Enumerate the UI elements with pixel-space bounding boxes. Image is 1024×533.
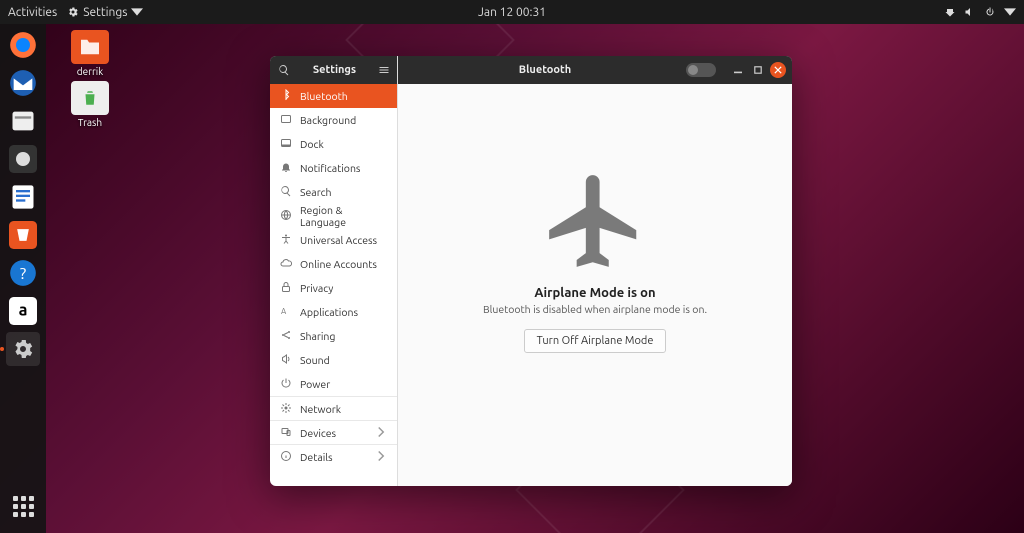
sidebar-item-network[interactable]: Network (270, 396, 397, 420)
sidebar-item-label: Notifications (300, 162, 361, 174)
sidebar-header: Settings (270, 56, 397, 84)
desktop-icons: derrik Trash (55, 30, 125, 128)
sidebar-item-details[interactable]: Details (270, 444, 397, 468)
svg-text:?: ? (20, 265, 26, 283)
dock-thunderbird[interactable] (6, 66, 40, 100)
sidebar-search-button[interactable] (270, 64, 298, 76)
power-icon[interactable] (984, 6, 996, 18)
dock-help[interactable]: ? (6, 256, 40, 290)
main-header: Bluetooth (398, 56, 792, 84)
dock-amazon[interactable]: a (6, 294, 40, 328)
activities-button[interactable]: Activities (8, 6, 57, 19)
notifications-icon (280, 161, 292, 175)
close-button[interactable] (770, 62, 786, 78)
sidebar-item-label: Universal Access (300, 234, 377, 246)
svg-text:a: a (19, 302, 28, 320)
sidebar-item-search[interactable]: Search (270, 180, 397, 204)
sidebar-item-label: Details (300, 451, 333, 463)
apps-icon: A (280, 305, 292, 319)
settings-window: Settings Bluetooth Background Dock Notifica… (270, 56, 792, 486)
sidebar-item-sound[interactable]: Sound (270, 348, 397, 372)
settings-main: Bluetooth Airplane Mode is on Bluetooth … (398, 56, 792, 486)
volume-icon[interactable] (964, 6, 976, 18)
settings-sidebar: Settings Bluetooth Background Dock Notifica… (270, 56, 398, 486)
sidebar-item-bluetooth[interactable]: Bluetooth (270, 84, 397, 108)
message-title: Airplane Mode is on (534, 286, 655, 300)
message-subtitle: Bluetooth is disabled when airplane mode… (483, 303, 707, 315)
sidebar-item-label: Background (300, 114, 356, 126)
share-icon (280, 329, 292, 343)
globe-icon (280, 209, 292, 223)
chevron-right-icon (375, 426, 387, 440)
maximize-button[interactable] (750, 62, 766, 78)
main-content: Airplane Mode is on Bluetooth is disable… (398, 84, 792, 486)
sidebar-item-label: Sound (300, 354, 330, 366)
dock-files[interactable] (6, 104, 40, 138)
show-applications-button[interactable] (6, 489, 40, 523)
svg-text:A: A (281, 307, 287, 316)
app-menu[interactable]: Settings (67, 6, 143, 19)
dock-icon (280, 137, 292, 151)
sidebar-menu-button[interactable] (371, 64, 397, 76)
lock-icon (280, 281, 292, 295)
sidebar-item-label: Privacy (300, 282, 333, 294)
power-icon (280, 377, 292, 391)
sidebar-list: Bluetooth Background Dock Notifications Sear… (270, 84, 397, 486)
turn-off-airplane-button[interactable]: Turn Off Airplane Mode (524, 329, 667, 353)
dock-writer[interactable] (6, 180, 40, 214)
airplane-icon (540, 166, 650, 276)
details-icon (280, 450, 292, 464)
background-icon (280, 113, 292, 127)
desktop-trash[interactable]: Trash (55, 81, 125, 128)
sidebar-item-applications[interactable]: A Applications (270, 300, 397, 324)
cloud-icon (280, 257, 292, 271)
clock[interactable]: Jan 12 00:31 (478, 6, 546, 19)
sidebar-item-power[interactable]: Power (270, 372, 397, 396)
sidebar-item-label: Sharing (300, 330, 335, 342)
sidebar-item-label: Bluetooth (300, 90, 348, 102)
chevron-right-icon (375, 450, 387, 464)
sound-icon (280, 353, 292, 367)
sidebar-item-universal-access[interactable]: Universal Access (270, 228, 397, 252)
devices-icon (280, 426, 292, 440)
dock-settings[interactable] (6, 332, 40, 366)
network-icon (280, 402, 292, 416)
sidebar-item-background[interactable]: Background (270, 108, 397, 132)
sidebar-item-label: Search (300, 186, 332, 198)
top-bar: Activities Settings Jan 12 00:31 (0, 0, 1024, 24)
accessibility-icon (280, 233, 292, 247)
sidebar-item-label: Power (300, 378, 330, 390)
dock-firefox[interactable] (6, 28, 40, 62)
desktop-folder-derrik[interactable]: derrik (55, 30, 125, 77)
sidebar-item-dock[interactable]: Dock (270, 132, 397, 156)
sidebar-item-label: Online Accounts (300, 258, 377, 270)
sidebar-title: Settings (298, 64, 371, 76)
dock-software[interactable] (6, 218, 40, 252)
dock: ? a (0, 24, 46, 533)
search-icon (280, 185, 292, 199)
sidebar-item-region-language[interactable]: Region & Language (270, 204, 397, 228)
sidebar-item-online-accounts[interactable]: Online Accounts (270, 252, 397, 276)
sidebar-item-label: Dock (300, 138, 324, 150)
sidebar-item-devices[interactable]: Devices (270, 420, 397, 444)
dock-rhythmbox[interactable] (6, 142, 40, 176)
bluetooth-toggle[interactable] (686, 63, 716, 77)
sidebar-item-label: Region & Language (300, 204, 387, 228)
bluetooth-icon (280, 89, 292, 103)
minimize-button[interactable] (730, 62, 746, 78)
sidebar-item-privacy[interactable]: Privacy (270, 276, 397, 300)
sidebar-item-sharing[interactable]: Sharing (270, 324, 397, 348)
sidebar-item-label: Network (300, 403, 341, 415)
network-icon[interactable] (944, 6, 956, 18)
sidebar-item-label: Applications (300, 306, 358, 318)
chevron-down-icon[interactable] (1004, 6, 1016, 18)
sidebar-item-label: Devices (300, 427, 336, 439)
sidebar-item-notifications[interactable]: Notifications (270, 156, 397, 180)
main-title: Bluetooth (404, 64, 686, 76)
